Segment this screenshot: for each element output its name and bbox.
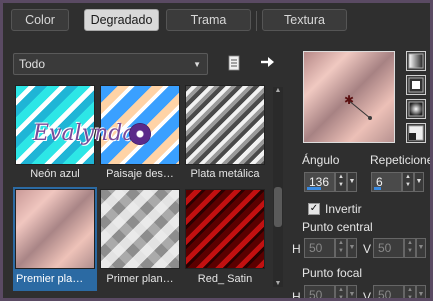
scroll-up-icon[interactable]: ▲ bbox=[274, 87, 282, 94]
center-v-label: V bbox=[363, 242, 372, 256]
angle-spinner[interactable]: ▲ ▼ bbox=[335, 172, 347, 192]
gradient-thumb-red-satin[interactable] bbox=[185, 189, 265, 269]
repeats-label: Repeticione bbox=[370, 153, 430, 167]
gradient-scrollbar[interactable]: ▲ ▼ bbox=[273, 87, 283, 287]
center-h-value: 50 bbox=[309, 241, 323, 255]
scroll-thumb[interactable] bbox=[274, 187, 282, 227]
angle-input[interactable]: 136 bbox=[304, 172, 335, 192]
svg-text:✱: ✱ bbox=[344, 93, 354, 107]
focal-v-input[interactable]: 50 bbox=[373, 285, 404, 298]
gradient-label: Primer plan… bbox=[106, 273, 174, 285]
gradient-thumb-foreground[interactable] bbox=[100, 189, 180, 269]
focal-h-dropdown[interactable]: ▼ bbox=[347, 285, 357, 298]
center-h-dropdown[interactable]: ▼ bbox=[347, 238, 357, 258]
center-v-value: 50 bbox=[378, 241, 392, 255]
focal-point-label: Punto focal bbox=[302, 266, 363, 280]
focal-h-label: H bbox=[292, 290, 301, 298]
tab-texture[interactable]: Textura bbox=[262, 9, 347, 31]
center-h-spinner[interactable]: ▲ ▼ bbox=[335, 238, 347, 258]
center-h-input[interactable]: 50 bbox=[304, 238, 335, 258]
gradient-thumb-metallic-silver[interactable] bbox=[185, 85, 265, 165]
focal-v-dropdown[interactable]: ▼ bbox=[416, 285, 426, 298]
center-h-label: H bbox=[292, 242, 301, 256]
rectangular-gradient-button[interactable] bbox=[406, 75, 426, 95]
focal-v-spinner[interactable]: ▲ ▼ bbox=[404, 285, 416, 298]
angle-slider-bar bbox=[307, 187, 321, 190]
invert-checkbox[interactable]: ✓ bbox=[308, 203, 320, 215]
gradient-thumb-foreground-selected[interactable] bbox=[15, 189, 95, 269]
material-properties-panel: Color Degradado Trama Textura Todo ▼ Neó… bbox=[3, 3, 430, 298]
focal-v-value: 50 bbox=[378, 288, 392, 298]
angle-dropdown[interactable]: ▼ bbox=[347, 172, 357, 192]
repeats-slider-bar bbox=[374, 187, 381, 190]
gradient-label: Premier pla… bbox=[16, 273, 84, 285]
center-v-input[interactable]: 50 bbox=[373, 238, 404, 258]
center-v-spinner[interactable]: ▲ ▼ bbox=[404, 238, 416, 258]
repeats-spinner[interactable]: ▲ ▼ bbox=[402, 172, 414, 192]
category-dropdown-value: Todo bbox=[19, 57, 46, 71]
center-v-dropdown[interactable]: ▼ bbox=[416, 238, 426, 258]
focal-v-label: V bbox=[363, 290, 372, 298]
focal-h-input[interactable]: 50 bbox=[304, 285, 335, 298]
scroll-down-icon[interactable]: ▼ bbox=[274, 280, 282, 287]
center-point-label: Punto central bbox=[302, 220, 373, 234]
arrow-right-icon[interactable] bbox=[259, 53, 277, 71]
focal-h-spinner[interactable]: ▲ ▼ bbox=[335, 285, 347, 298]
watermark-logo: Evalynda bbox=[33, 121, 136, 146]
gradient-label: Plata metálica bbox=[190, 168, 260, 180]
radial-gradient-button[interactable] bbox=[406, 123, 426, 143]
gradient-label: Neón azul bbox=[30, 168, 80, 180]
linear-gradient-button[interactable] bbox=[406, 51, 426, 71]
tab-pattern[interactable]: Trama bbox=[166, 9, 251, 31]
gradient-label: Red_ Satin bbox=[197, 273, 253, 285]
gradient-preview[interactable]: ✱ bbox=[303, 51, 395, 143]
angle-label: Ángulo bbox=[302, 153, 340, 167]
chevron-down-icon: ▼ bbox=[193, 60, 201, 69]
gradient-label: Paisaje des… bbox=[106, 168, 174, 180]
repeats-dropdown[interactable]: ▼ bbox=[414, 172, 424, 192]
category-dropdown[interactable]: Todo ▼ bbox=[13, 53, 208, 75]
repeats-input[interactable]: 6 bbox=[371, 172, 402, 192]
focal-h-value: 50 bbox=[309, 288, 323, 298]
flower-logo bbox=[129, 123, 151, 145]
tab-color[interactable]: Color bbox=[11, 9, 69, 31]
tab-gradient[interactable]: Degradado bbox=[84, 9, 159, 31]
gradient-library-grid: Neón azul Paisaje des… Plata metálica Ev… bbox=[13, 83, 271, 293]
document-icon[interactable] bbox=[227, 55, 241, 71]
sunburst-gradient-button[interactable] bbox=[406, 99, 426, 119]
invert-label: Invertir bbox=[325, 202, 362, 216]
tab-divider bbox=[256, 11, 257, 31]
